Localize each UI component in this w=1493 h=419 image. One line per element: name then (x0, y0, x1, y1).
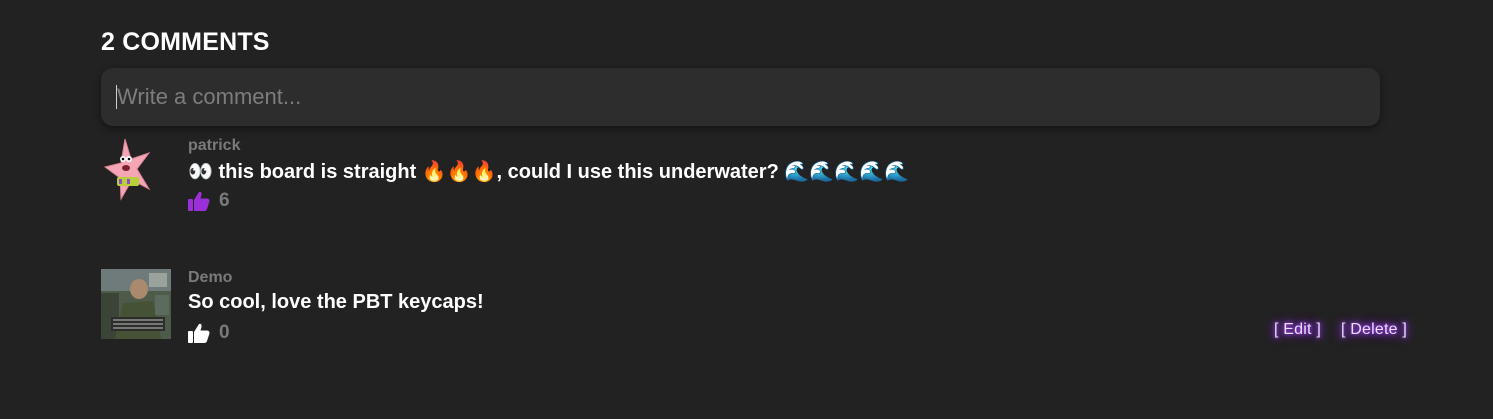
delete-comment-link[interactable]: [ Delete ] (1341, 321, 1407, 339)
comment-text: So cool, love the PBT keycaps! (188, 291, 484, 313)
text-caret (116, 85, 117, 109)
comment-input[interactable] (101, 68, 1380, 126)
thumbs-up-icon (188, 191, 210, 211)
like-button[interactable]: 6 (188, 190, 230, 212)
thumbs-up-icon (188, 323, 210, 343)
comments-section: 2 COMMENTS patrick 👀 this board is strai… (0, 0, 1493, 419)
patrick-star-avatar (101, 137, 171, 207)
like-count: 6 (219, 190, 230, 211)
like-button[interactable]: 0 (188, 322, 230, 344)
edit-comment-link[interactable]: [ Edit ] (1274, 321, 1321, 339)
comments-count-heading: 2 COMMENTS (101, 28, 270, 56)
comment-author[interactable]: Demo (188, 269, 232, 287)
comment-text: 👀 this board is straight 🔥🔥🔥, could I us… (188, 161, 909, 183)
like-count: 0 (219, 322, 230, 343)
comment-author[interactable]: patrick (188, 137, 240, 155)
comment-actions: [ Edit ] [ Delete ] (1274, 321, 1407, 339)
photo-avatar (101, 269, 171, 339)
